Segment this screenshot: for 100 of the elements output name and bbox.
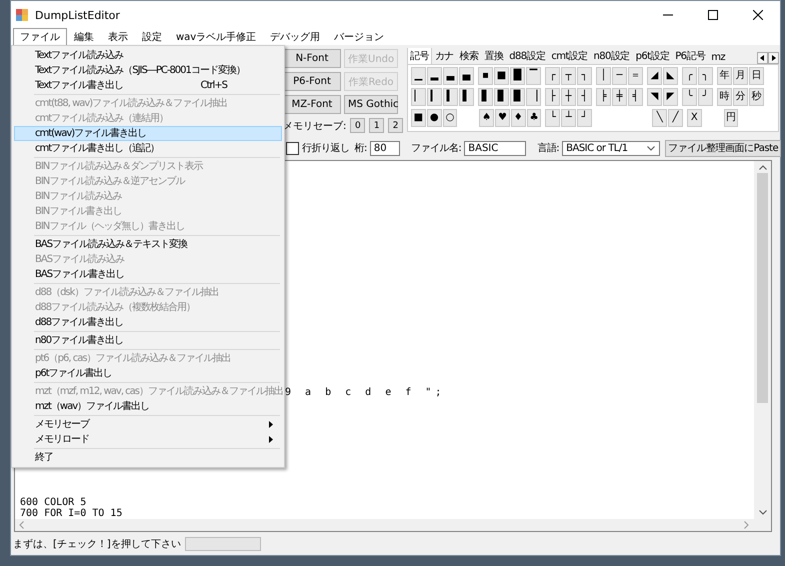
- symbol-key[interactable]: 日: [749, 67, 764, 85]
- symbol-key[interactable]: ╞: [596, 88, 611, 106]
- symbol-key[interactable]: ▋: [478, 88, 493, 106]
- symbol-key[interactable]: ╰: [682, 88, 697, 106]
- symbol-key[interactable]: ○: [442, 109, 458, 127]
- menu-item[interactable]: p6tファイル書出し: [14, 366, 282, 381]
- menu-item[interactable]: mzt（wav）ファイル書出し: [14, 399, 282, 414]
- symbol-key[interactable]: ╮: [698, 67, 713, 85]
- menu-item[interactable]: d88ファイル書き出し: [14, 315, 282, 330]
- symbol-key[interactable]: ■: [411, 109, 426, 127]
- symbol-key[interactable]: ┬: [561, 67, 576, 85]
- symbol-key[interactable]: ▌: [459, 88, 474, 106]
- menu-bar-item[interactable]: 編集: [67, 28, 101, 46]
- symbol-key[interactable]: ├: [545, 88, 560, 106]
- symbol-key[interactable]: 時: [717, 88, 732, 106]
- menu-item[interactable]: Textファイル書き出し Ctrl+S: [14, 78, 282, 93]
- menu-item[interactable]: cmt(wav)ファイル書き出し: [14, 126, 282, 141]
- symbol-key[interactable]: ╱: [668, 109, 683, 127]
- symbol-key[interactable]: ▃: [443, 67, 458, 85]
- memory-slot-button[interactable]: 2: [388, 118, 403, 133]
- symbol-key[interactable]: ♦: [510, 109, 526, 127]
- symbol-key[interactable]: ▎: [427, 88, 442, 106]
- symbol-key[interactable]: ■: [494, 67, 509, 85]
- menu-item[interactable]: cmtファイル書き出し（追記）: [14, 141, 282, 156]
- symbol-key[interactable]: ▍: [443, 88, 458, 106]
- menu-item[interactable]: メモリセーブ: [14, 417, 282, 432]
- symbol-key[interactable]: █: [510, 67, 525, 85]
- symbol-key[interactable]: ┌: [545, 67, 560, 85]
- symbol-key[interactable]: 年: [717, 67, 732, 85]
- tab[interactable]: 記号: [407, 48, 432, 64]
- symbol-key[interactable]: ▄: [459, 67, 474, 85]
- symbol-key[interactable]: ╯: [698, 88, 713, 106]
- horizontal-scrollbar[interactable]: [15, 519, 771, 531]
- symbol-key[interactable]: ▪: [478, 67, 493, 85]
- menu-item[interactable]: Textファイル読み込み: [14, 48, 282, 63]
- symbol-key[interactable]: ─: [612, 67, 627, 85]
- symbol-key[interactable]: │: [596, 67, 611, 85]
- menu-item[interactable]: n80ファイル書き出し: [14, 333, 282, 348]
- symbol-key[interactable]: ╪: [612, 88, 627, 106]
- menu-bar-item[interactable]: 表示: [101, 28, 135, 46]
- symbol-key[interactable]: ┘: [577, 109, 592, 127]
- menu-item[interactable]: 終了: [14, 450, 282, 465]
- language-dropdown[interactable]: BASIC or TL/1: [562, 140, 660, 156]
- paste-button[interactable]: ファイル整理画面にPaste: [665, 140, 782, 156]
- tab[interactable]: p6t設定: [632, 48, 672, 64]
- tab[interactable]: d88設定: [506, 48, 548, 64]
- symbol-key[interactable]: ╲: [652, 109, 668, 127]
- menu-item[interactable]: Textファイル読み込み（SJIS―PC-8001コード変換）: [14, 63, 282, 78]
- symbol-key[interactable]: └: [545, 109, 560, 127]
- symbol-key[interactable]: 秒: [749, 88, 764, 106]
- symbol-key[interactable]: ▁: [411, 67, 426, 85]
- menu-item[interactable]: BASファイル読み込み＆テキスト変換: [14, 237, 282, 252]
- symbol-key[interactable]: ┐: [577, 67, 592, 85]
- columns-input[interactable]: 80: [370, 140, 400, 156]
- symbol-key[interactable]: ●: [426, 109, 442, 127]
- tab[interactable]: P6記号: [672, 48, 708, 64]
- tab[interactable]: 検索: [456, 48, 482, 64]
- symbol-key[interactable]: ▏: [411, 88, 426, 106]
- menu-item[interactable]: BASファイル書き出し: [14, 267, 282, 282]
- tab-scroll-right-button[interactable]: [768, 52, 779, 64]
- symbol-key[interactable]: ◤: [663, 88, 678, 106]
- menu-bar-item[interactable]: デバッグ用: [263, 28, 328, 46]
- menu-bar-item[interactable]: 設定: [135, 28, 169, 46]
- symbol-key[interactable]: ╡: [628, 88, 643, 106]
- symbol-key[interactable]: ▉: [510, 88, 525, 106]
- symbol-key[interactable]: ▔: [526, 67, 541, 85]
- symbol-key[interactable]: ╭: [682, 67, 697, 85]
- symbol-key[interactable]: ♠: [479, 109, 494, 127]
- symbol-key[interactable]: 月: [733, 67, 748, 85]
- menu-item[interactable]: メモリロード: [14, 432, 282, 447]
- font-button[interactable]: MS Gothic: [344, 95, 398, 114]
- menu-bar-item[interactable]: バージョン: [327, 28, 392, 46]
- tab[interactable]: cmt設定: [548, 48, 590, 64]
- symbol-key[interactable]: 円: [724, 109, 738, 127]
- symbol-key[interactable]: ◢: [647, 67, 662, 85]
- symbol-key[interactable]: ▂: [427, 67, 442, 85]
- symbol-key[interactable]: X: [686, 109, 702, 127]
- tab-scroll-left-button[interactable]: [757, 52, 768, 64]
- vertical-scrollbar[interactable]: [754, 161, 771, 519]
- font-button[interactable]: N-Font: [283, 49, 341, 68]
- scroll-thumb[interactable]: [757, 173, 768, 403]
- menu-bar-item[interactable]: wavラベル手修正: [169, 28, 264, 46]
- font-button[interactable]: MZ-Font: [283, 95, 341, 114]
- tab[interactable]: カナ: [432, 48, 457, 64]
- symbol-key[interactable]: ♣: [526, 109, 542, 127]
- symbol-key[interactable]: ┼: [561, 88, 576, 106]
- symbol-key[interactable]: ▕: [526, 88, 541, 106]
- tab[interactable]: 置換: [481, 48, 506, 64]
- font-button[interactable]: P6-Font: [283, 72, 341, 91]
- symbol-key[interactable]: ＝: [628, 67, 643, 85]
- filename-input[interactable]: BASIC: [464, 140, 526, 156]
- tab[interactable]: n80設定: [590, 48, 633, 64]
- symbol-key[interactable]: ┴: [561, 109, 576, 127]
- symbol-key[interactable]: ▊: [494, 88, 509, 106]
- memory-slot-button[interactable]: 0: [350, 118, 366, 133]
- tab[interactable]: mz: [708, 50, 728, 64]
- memory-slot-button[interactable]: 1: [369, 118, 384, 133]
- symbol-key[interactable]: ◣: [663, 67, 678, 85]
- menu-bar-item[interactable]: ファイル: [13, 28, 67, 46]
- symbol-key[interactable]: ◥: [647, 88, 662, 106]
